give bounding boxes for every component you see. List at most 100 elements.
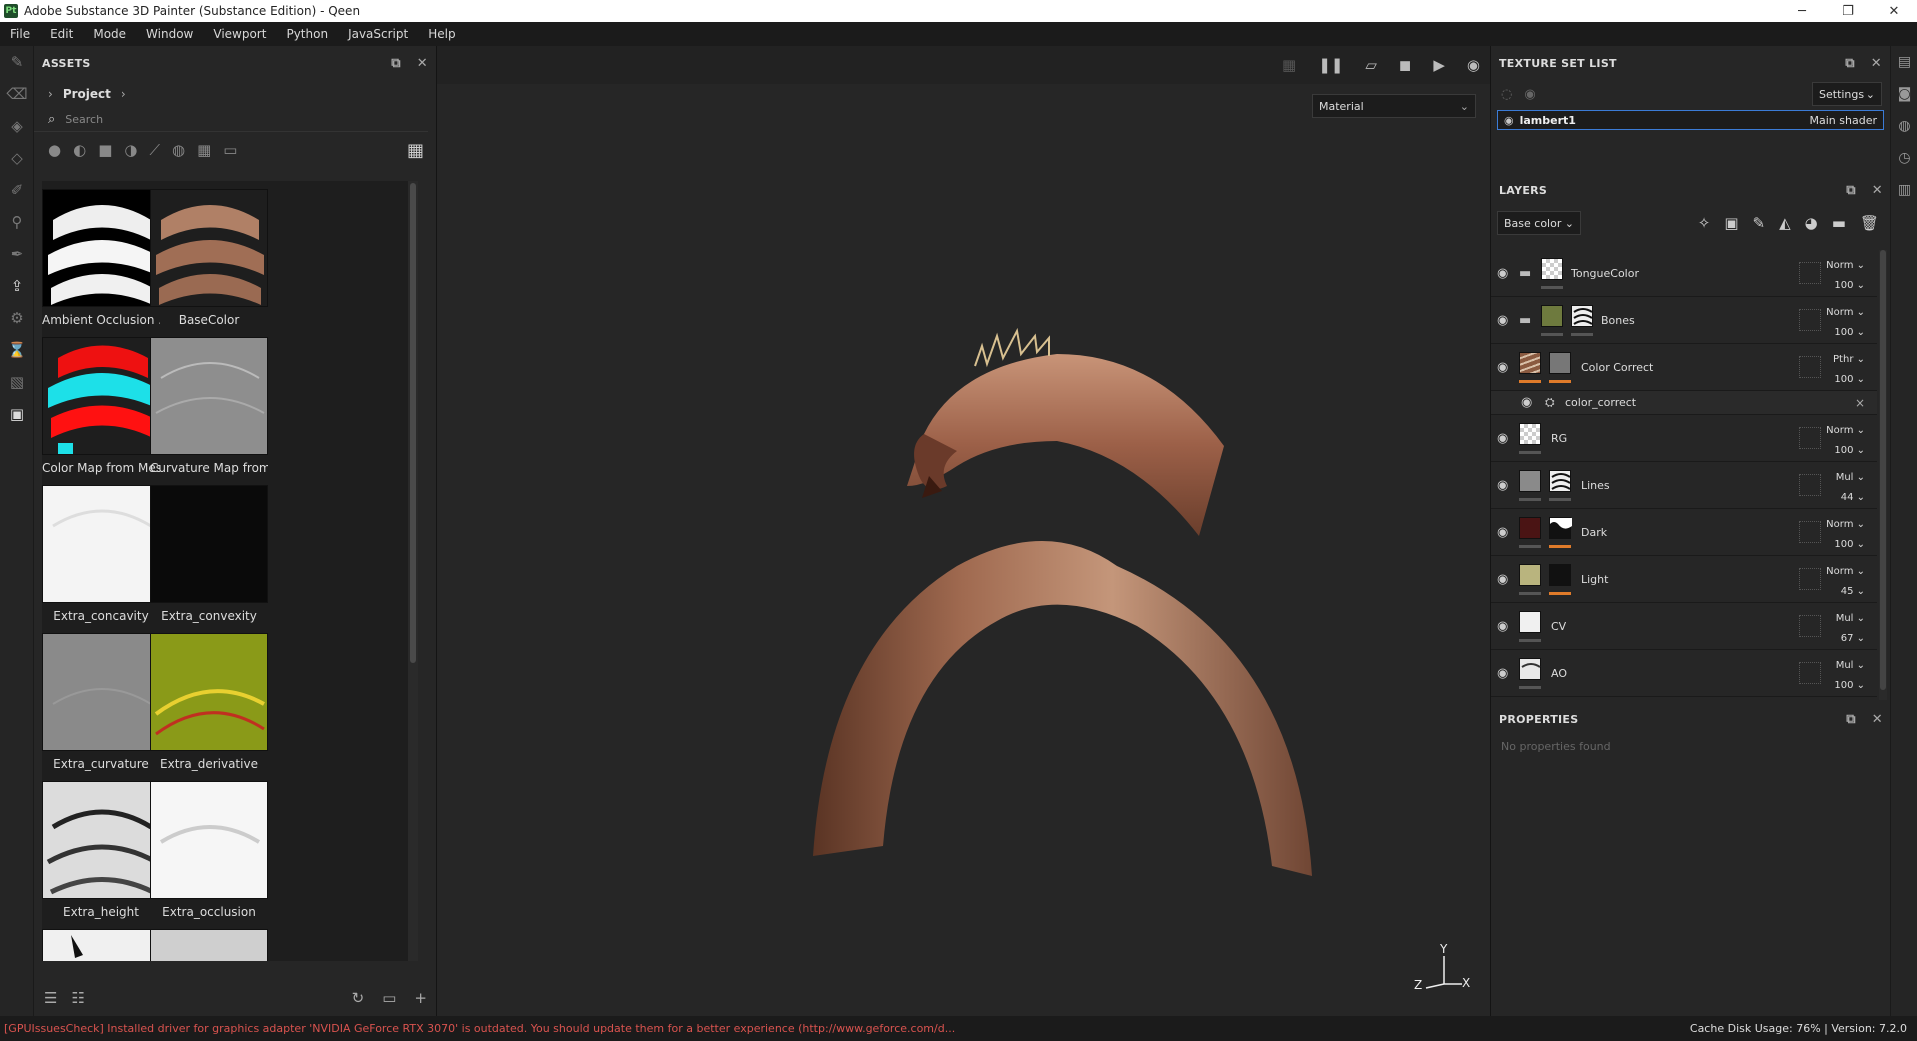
opacity-value[interactable]: 44	[1841, 492, 1854, 503]
layer-row[interactable]: ◉ Light Norm ⌄ 45 ⌄	[1491, 556, 1877, 603]
asset-scrollbar[interactable]	[408, 181, 418, 961]
eraser-icon[interactable]: ⌫	[0, 78, 34, 110]
asset-thumb[interactable]	[42, 929, 160, 961]
eye-icon[interactable]: ◉	[1497, 666, 1508, 681]
blend-mode[interactable]: Norm	[1826, 260, 1853, 271]
mask-filter-icon[interactable]: ■	[98, 141, 112, 159]
settings-dropdown[interactable]: Settings ⌄	[1812, 82, 1882, 106]
grid-view-icon[interactable]: ▦	[407, 140, 424, 161]
blend-mode[interactable]: Norm	[1826, 307, 1853, 318]
layer-row[interactable]: ◉ CV Mul ⌄ 67 ⌄	[1491, 603, 1877, 650]
menu-viewport[interactable]: Viewport	[203, 27, 276, 41]
effect-row[interactable]: ◉ ⛭ color_correct ×	[1491, 391, 1877, 415]
breadcrumb-project[interactable]: Project	[63, 87, 111, 101]
asset-thumb[interactable]: Ambient Occlusion ...	[42, 189, 160, 337]
viewport[interactable]: ▦ ❚❚ ▱ ◼ ▶ ◉ Material ⌄ Y Z X	[437, 46, 1490, 1016]
close-panel-icon[interactable]: ✕	[1872, 183, 1883, 198]
opacity-value[interactable]: 100	[1834, 280, 1853, 291]
close-panel-icon[interactable]: ✕	[1871, 56, 1882, 71]
blend-controls[interactable]: Mul ⌄ 44 ⌄	[1836, 468, 1865, 508]
remove-effect-icon[interactable]: ×	[1855, 396, 1865, 410]
minimize-icon[interactable]: ─	[1779, 0, 1825, 22]
eye-icon[interactable]: ◉	[1521, 395, 1532, 410]
asset-thumb[interactable]: Curvature Map from...	[150, 337, 268, 485]
hide-all-icon[interactable]: ◌	[1501, 87, 1512, 102]
menu-mode[interactable]: Mode	[83, 27, 136, 41]
asset-thumb[interactable]: Extra_height	[42, 781, 160, 929]
chevron-right-icon[interactable]: ›	[48, 87, 53, 101]
layer-row[interactable]: ◉ Lines Mul ⌄ 44 ⌄	[1491, 462, 1877, 509]
color-picker-icon[interactable]: ✒	[0, 238, 34, 270]
bake-icon[interactable]: ⇪	[0, 270, 34, 302]
texture-set-settings-icon[interactable]: ▤	[1891, 46, 1917, 78]
close-panel-icon[interactable]: ✕	[1872, 712, 1883, 727]
particle-filter-icon[interactable]: ◍	[172, 141, 185, 159]
channel-select[interactable]: Base color ⌄	[1497, 211, 1581, 235]
float-panel-icon[interactable]: ⧉	[1845, 56, 1855, 71]
texture-set-row[interactable]: ◉ lambert1 Main shader	[1497, 110, 1884, 130]
filter-list-icon[interactable]: ☷	[71, 989, 84, 1007]
layer-row[interactable]: ◉ AO Mul ⌄ 100 ⌄	[1491, 650, 1877, 697]
texture-filter-icon[interactable]: ▦	[197, 141, 211, 159]
asset-thumb[interactable]: Extra_concavity	[42, 485, 160, 633]
smudge-icon[interactable]: ✐	[0, 174, 34, 206]
list-view-icon[interactable]: ☰	[44, 989, 57, 1007]
add-mask-color-icon[interactable]: ◕	[1805, 214, 1818, 232]
float-panel-icon[interactable]: ⧉	[391, 56, 401, 71]
blend-mode[interactable]: Norm	[1826, 425, 1853, 436]
asset-thumb[interactable]: Extra_derivative	[150, 633, 268, 781]
blend-mode[interactable]: Mul	[1836, 472, 1854, 483]
add-paint-layer-icon[interactable]: ✎	[1753, 214, 1766, 232]
blend-controls[interactable]: Norm ⌄ 100 ⌄	[1826, 256, 1865, 296]
asset-thumb[interactable]: Extra_convexity	[150, 485, 268, 633]
uv-icon[interactable]: ▧	[0, 366, 34, 398]
clone-stamp-icon[interactable]: ⚲	[0, 206, 34, 238]
asset-thumb[interactable]: Extra_occlusion	[150, 781, 268, 929]
blend-controls[interactable]: Norm ⌄ 100 ⌄	[1826, 303, 1865, 343]
eye-icon[interactable]: ◉	[1497, 360, 1508, 375]
float-panel-icon[interactable]: ⧉	[1846, 712, 1856, 727]
blend-controls[interactable]: Norm ⌄ 100 ⌄	[1826, 515, 1865, 555]
opacity-value[interactable]: 100	[1834, 680, 1853, 691]
smart-material-filter-icon[interactable]: ◐	[73, 141, 86, 159]
blend-controls[interactable]: Norm ⌄ 45 ⌄	[1826, 562, 1865, 602]
polygon-fill-icon[interactable]: ◇	[0, 142, 34, 174]
status-error-message[interactable]: [GPUIssuesCheck] Installed driver for gr…	[4, 1022, 1204, 1035]
history-icon[interactable]: ◷	[1891, 142, 1917, 174]
opacity-value[interactable]: 45	[1841, 586, 1854, 597]
environment-filter-icon[interactable]: ▭	[223, 141, 237, 159]
blend-mode[interactable]: Norm	[1826, 519, 1853, 530]
blend-controls[interactable]: Mul ⌄ 67 ⌄	[1836, 609, 1865, 649]
projection-icon[interactable]: ◈	[0, 110, 34, 142]
refresh-icon[interactable]: ↻	[352, 989, 365, 1007]
float-panel-icon[interactable]: ⧉	[1846, 183, 1856, 198]
asset-thumb[interactable]: Color Map from Mes...	[42, 337, 160, 485]
asset-search[interactable]: ⌕ Search	[34, 108, 428, 132]
chevron-right-icon[interactable]: ›	[121, 87, 126, 101]
asset-thumb[interactable]: BaseColor	[150, 189, 268, 337]
add-icon[interactable]: +	[414, 989, 427, 1007]
new-folder-icon[interactable]: ▭	[382, 989, 396, 1007]
opacity-value[interactable]: 100	[1834, 539, 1853, 550]
eye-icon[interactable]: ◉	[1497, 572, 1508, 587]
blend-mode[interactable]: Mul	[1836, 613, 1854, 624]
search-input[interactable]: Search	[65, 113, 103, 126]
add-effect-icon[interactable]: ✧	[1698, 214, 1711, 232]
eye-icon[interactable]: ◉	[1497, 525, 1508, 540]
menu-edit[interactable]: Edit	[40, 27, 83, 41]
delete-layer-icon[interactable]: 🗑	[1860, 214, 1879, 232]
opacity-value[interactable]: 67	[1841, 633, 1854, 644]
menu-python[interactable]: Python	[276, 27, 338, 41]
brush-filter-icon[interactable]: ⟋	[149, 141, 160, 159]
blend-controls[interactable]: Pthr ⌄ 100 ⌄	[1833, 350, 1865, 390]
close-icon[interactable]: ✕	[1871, 0, 1917, 22]
log-icon[interactable]: ▥	[1891, 174, 1917, 206]
menu-help[interactable]: Help	[418, 27, 465, 41]
opacity-value[interactable]: 100	[1834, 374, 1853, 385]
layer-row[interactable]: ◉ RG Norm ⌄ 100 ⌄	[1491, 415, 1877, 462]
menu-window[interactable]: Window	[136, 27, 203, 41]
blend-mode[interactable]: Norm	[1826, 566, 1853, 577]
restore-icon[interactable]: ❐	[1825, 0, 1871, 22]
eye-icon[interactable]: ◉	[1497, 619, 1508, 634]
menu-file[interactable]: File	[0, 27, 40, 41]
